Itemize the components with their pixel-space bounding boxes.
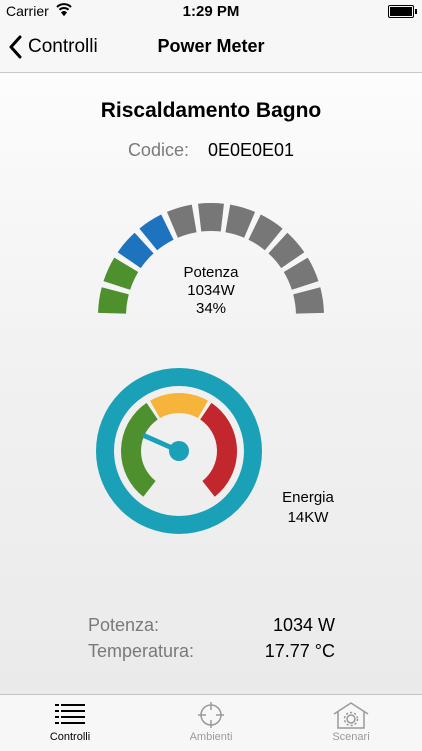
navigation-bar: Controlli Power Meter [0,22,422,73]
energy-gauge-yellow-arc [150,393,208,419]
readings-list: Potenza: 1034 W Temperatura: 17.77 °C [88,612,335,664]
device-code-value: 0E0E0E01 [207,140,295,160]
power-gauge-label: Potenza [183,264,239,281]
power-gauge-segment [166,204,197,238]
battery-icon [388,5,417,18]
power-gauge-segment [117,232,154,269]
energy-gauge-readout: Energia 14KW [248,488,368,528]
device-code-label: Codice: [127,140,189,160]
power-gauge-value: 1034W [187,282,235,299]
tab-scenari[interactable]: Scenari [301,701,401,743]
energy-gauge-red-arc [199,402,237,497]
house-gear-icon [333,702,369,729]
device-name: Riscaldamento Bagno [100,99,322,122]
reading-label: Temperatura: [88,641,195,661]
reading-value: 17.77 °C [264,641,335,661]
reading-value: 1034 W [272,615,335,635]
power-gauge-readout: Potenza 1034W 34% [0,264,422,318]
page-title: Power Meter [157,36,265,56]
power-gauge-segment [198,203,224,232]
status-time: 1:29 PM [182,3,240,20]
crosshair-icon [198,702,224,728]
reading-row-power: Potenza: 1034 W [88,612,335,638]
energy-gauge-value: 14KW [287,509,329,526]
power-gauge-segment [248,214,283,251]
energy-gauge-label: Energia [282,489,334,506]
energy-gauge-green-arc [121,402,159,497]
status-bar: Carrier 1:29 PM [0,0,422,22]
tab-label: Controlli [49,731,91,743]
power-gauge-segment [225,204,256,238]
tab-label: Ambienti [189,731,233,743]
list-icon [55,704,85,724]
tab-bar: Controlli Ambienti Scenari [0,694,422,751]
tab-controlli[interactable]: Controlli [20,701,120,743]
power-gauge-segment [139,214,174,251]
tab-label: Scenari [332,731,370,743]
reading-row-temperature: Temperatura: 17.77 °C [88,638,335,664]
power-gauge-segment [268,232,305,269]
power-gauge-percent: 34% [195,300,227,317]
reading-label: Potenza: [88,615,160,635]
device-code-row: Codice: 0E0E0E01 [0,140,422,161]
energy-gauge-hub [169,441,189,461]
tab-ambienti[interactable]: Ambienti [161,701,261,743]
